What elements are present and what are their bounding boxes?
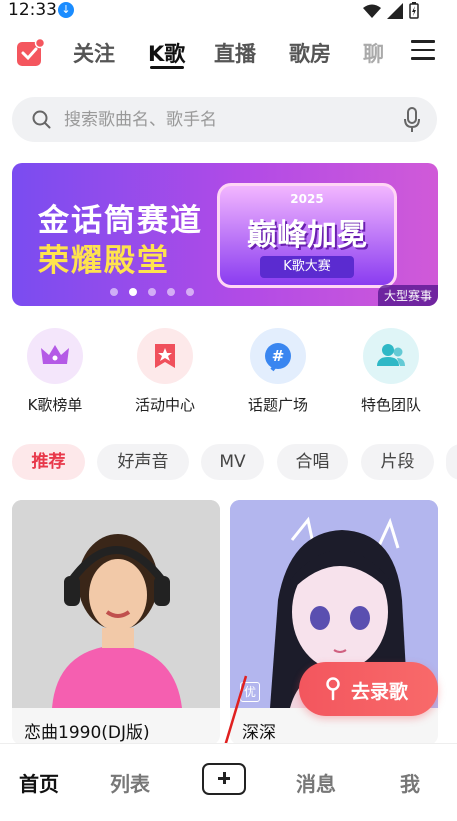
top-nav: 关注 K歌 直播 歌房 聊 — [0, 30, 457, 76]
bottom-nav-list[interactable]: 列表 — [110, 768, 150, 797]
song-cover-image — [12, 500, 220, 708]
quick-entry-topic-square[interactable]: # 话题广场 — [233, 328, 323, 415]
quick-entry-label: 特色团队 — [360, 396, 421, 414]
chip-mv[interactable]: MV — [201, 444, 264, 480]
banner-year: 2025 — [290, 192, 324, 206]
banner-dot — [148, 288, 156, 296]
record-song-button[interactable]: 去录歌 — [299, 662, 438, 716]
status-icons — [363, 2, 419, 19]
banner-pagination — [110, 288, 194, 296]
banner-dot — [167, 288, 175, 296]
banner-dot — [110, 288, 118, 296]
microphone-icon — [326, 677, 340, 701]
bottom-nav: 首页 列表 消息 我 — [0, 743, 457, 821]
record-button-label: 去录歌 — [351, 681, 409, 703]
tab-ksong[interactable]: K歌 — [148, 38, 185, 68]
svg-text:#: # — [272, 347, 285, 365]
song-title: 恋曲1990(DJ版) — [24, 723, 150, 743]
quick-entry-label: K歌榜单 — [27, 396, 83, 414]
status-bar: 12:33 ↓ — [0, 0, 457, 22]
app-logo-icon[interactable] — [15, 38, 45, 68]
wifi-icon — [363, 4, 381, 18]
bottom-nav-messages[interactable]: 消息 — [296, 768, 336, 797]
search-icon — [32, 110, 51, 129]
group-icon — [363, 328, 419, 384]
quick-entry-activity-center[interactable]: 活动中心 — [120, 328, 210, 415]
hashtag-icon: # — [250, 328, 306, 384]
banner-title-line2: 荣耀殿堂 — [38, 243, 170, 279]
banner-event-subtitle: K歌大赛 — [260, 256, 354, 278]
status-time: 12:33 — [8, 0, 57, 20]
banner-event-badge: 2025 巅峰加冕 K歌大赛 — [217, 183, 397, 288]
battery-icon — [409, 2, 419, 19]
tab-chat[interactable]: 聊 — [363, 38, 385, 68]
crown-icon — [27, 328, 83, 384]
download-icon: ↓ — [58, 2, 74, 18]
song-card[interactable]: 恋曲1990(DJ版) — [12, 500, 220, 745]
quick-entry-ksong-chart[interactable]: K歌榜单 — [10, 328, 100, 415]
banner-tag: 大型赛事 — [377, 285, 438, 306]
bottom-nav-home[interactable]: 首页 — [19, 768, 59, 797]
tab-room[interactable]: 歌房 — [289, 38, 331, 68]
bottom-nav-me[interactable]: 我 — [400, 768, 420, 797]
search-input[interactable] — [62, 106, 366, 134]
tab-live[interactable]: 直播 — [214, 38, 256, 68]
chip-more[interactable] — [446, 444, 457, 480]
star-flag-icon — [137, 328, 193, 384]
quick-entry-special-team[interactable]: 特色团队 — [346, 328, 436, 415]
banner-dot — [186, 288, 194, 296]
menu-icon[interactable] — [411, 40, 435, 66]
signal-icon — [387, 2, 403, 19]
quick-entry-label: 话题广场 — [247, 396, 308, 414]
chip-good-voice[interactable]: 好声音 — [97, 444, 189, 480]
quick-entry-label: 活动中心 — [134, 396, 195, 414]
banner-dot-active — [129, 288, 137, 296]
chip-clip[interactable]: 片段 — [361, 444, 434, 480]
banner-title-line1: 金话筒赛道 — [38, 203, 203, 239]
active-tab-indicator — [150, 66, 184, 69]
create-plus-button[interactable] — [202, 763, 246, 795]
promo-banner[interactable]: 金话筒赛道 荣耀殿堂 2025 巅峰加冕 K歌大赛 大型赛事 — [12, 163, 438, 306]
microphone-icon[interactable] — [403, 107, 421, 133]
search-bar[interactable] — [12, 97, 437, 142]
banner-event-title: 巅峰加冕 — [247, 218, 367, 253]
chip-chorus[interactable]: 合唱 — [277, 444, 348, 480]
tab-follow[interactable]: 关注 — [73, 38, 115, 68]
chip-recommend[interactable]: 推荐 — [12, 444, 85, 480]
